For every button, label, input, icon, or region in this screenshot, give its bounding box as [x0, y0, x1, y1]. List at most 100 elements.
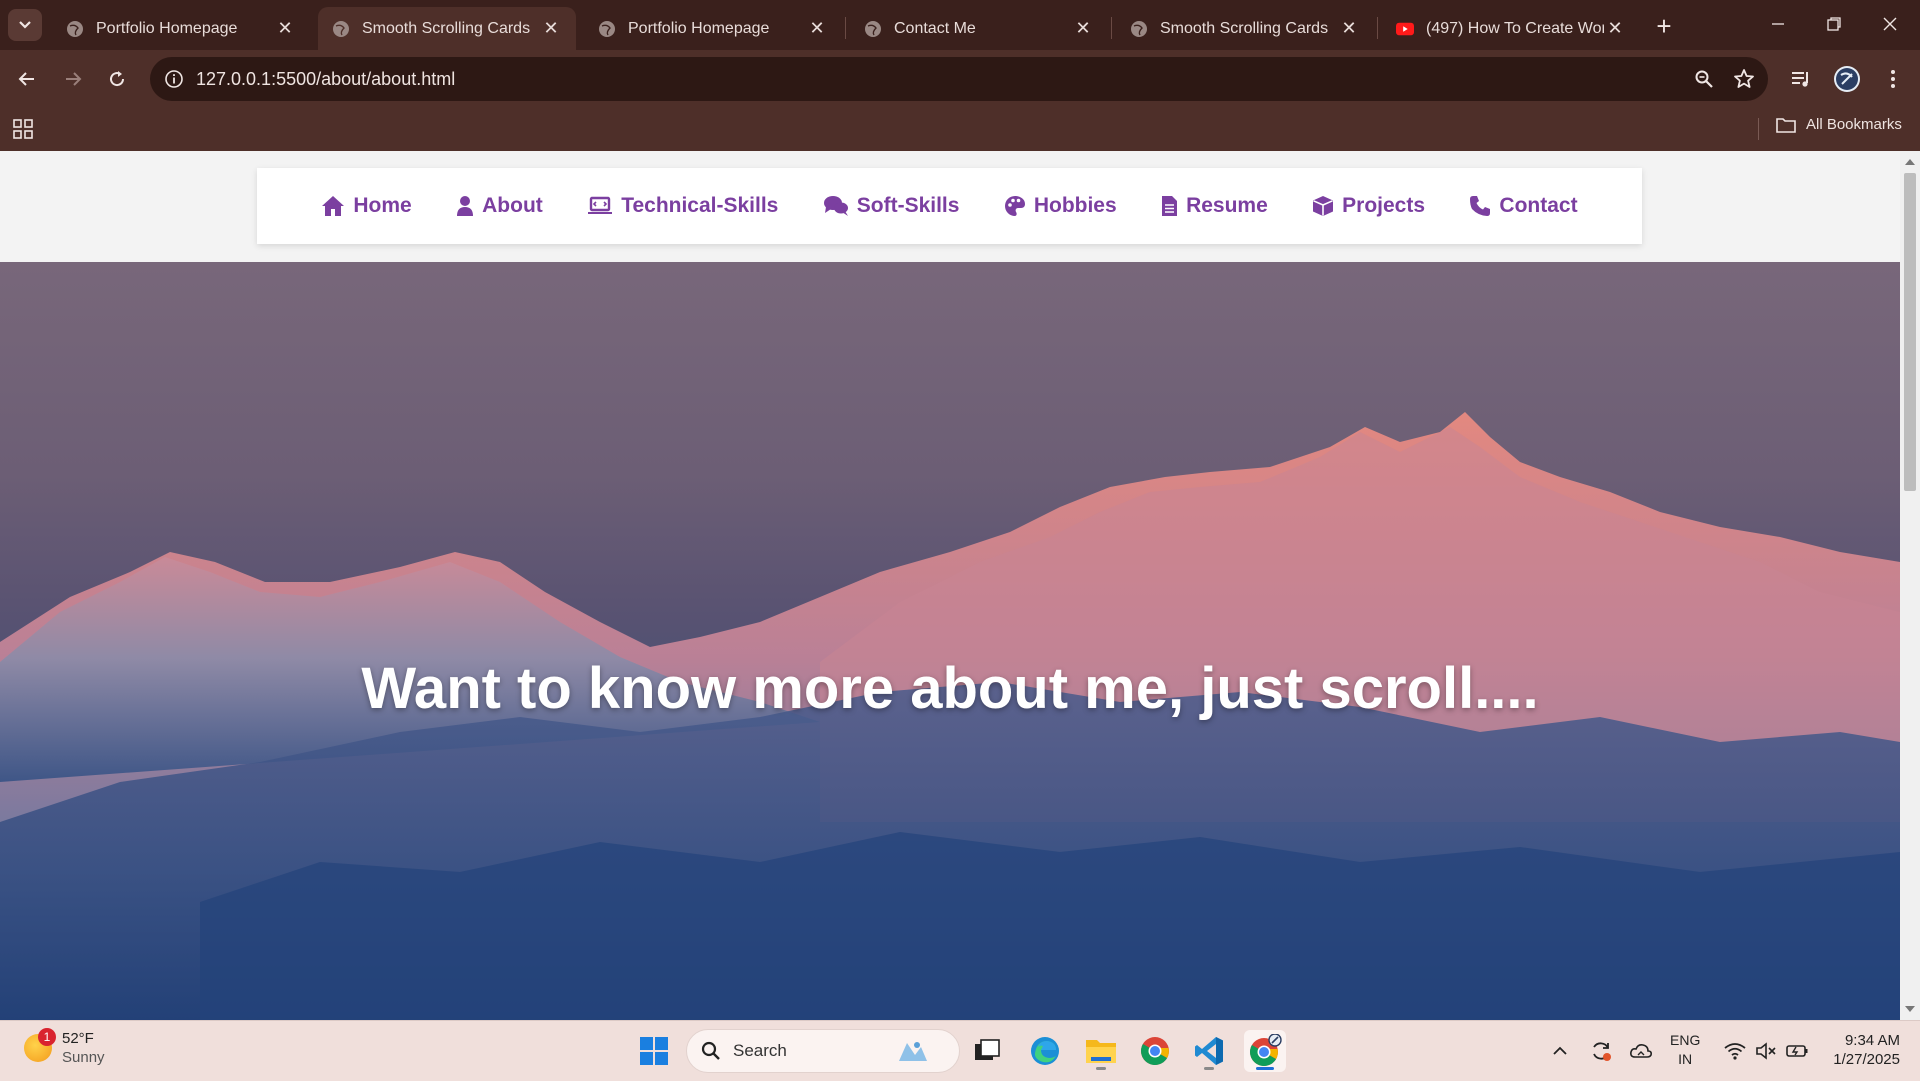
speaker-muted-icon[interactable] — [1752, 1035, 1780, 1067]
nav-technical-skills[interactable]: Technical-Skills — [587, 194, 778, 218]
cloud-icon[interactable] — [1626, 1035, 1656, 1067]
scroll-down-arrow-icon[interactable] — [1905, 1006, 1915, 1012]
tab-divider — [1377, 17, 1378, 39]
media-controls-icon[interactable] — [1784, 62, 1818, 96]
restore-icon[interactable] — [1806, 8, 1862, 40]
comments-icon — [823, 196, 848, 216]
bookmarks-divider — [1758, 118, 1759, 140]
input-language-indicator[interactable]: ENG IN — [1670, 1031, 1700, 1069]
back-arrow-icon[interactable] — [10, 62, 44, 96]
close-icon[interactable]: ✕ — [1604, 18, 1626, 40]
nav-resume[interactable]: Resume — [1161, 194, 1268, 218]
browser-tab[interactable]: Smooth Scrolling Cards ✕ — [1116, 7, 1374, 50]
address-bar[interactable]: 127.0.0.1:5500/about/about.html — [150, 57, 1768, 101]
taskbar-chrome-dev[interactable] — [1244, 1030, 1286, 1072]
bookmark-star-icon[interactable] — [1724, 59, 1764, 99]
minimize-icon[interactable] — [1750, 8, 1806, 40]
tab-divider — [845, 17, 846, 39]
close-window-icon[interactable] — [1862, 8, 1918, 40]
active-indicator — [1256, 1067, 1274, 1070]
page-scrollbar[interactable] — [1900, 151, 1920, 1020]
nav-hobbies[interactable]: Hobbies — [1004, 194, 1117, 218]
notification-badge: 1 — [38, 1028, 56, 1046]
nav-about-label: About — [482, 194, 543, 217]
site-info-icon[interactable] — [162, 67, 186, 91]
hero-heading: Want to know more about me, just scroll.… — [361, 656, 1539, 721]
start-button[interactable] — [633, 1030, 675, 1072]
all-bookmarks-label: All Bookmarks — [1806, 116, 1902, 133]
weather-widget[interactable]: 1 52°F Sunny — [24, 1028, 105, 1067]
taskbar-edge[interactable] — [1024, 1030, 1066, 1072]
home-icon — [322, 196, 345, 216]
search-icon — [701, 1041, 720, 1060]
scrollbar-thumb[interactable] — [1904, 173, 1916, 491]
taskbar-vscode[interactable] — [1188, 1030, 1230, 1072]
tab-title: Contact Me — [894, 19, 976, 37]
system-clock[interactable]: 9:34 AM 1/27/2025 — [1822, 1031, 1900, 1069]
bookmarks-bar: All Bookmarks — [0, 108, 1920, 151]
vscode-icon — [1195, 1037, 1223, 1065]
copilot-icon — [899, 1042, 927, 1061]
nav-soft-skills-label: Soft-Skills — [856, 194, 960, 217]
battery-icon[interactable] — [1782, 1035, 1812, 1067]
nav-home-label: Home — [353, 194, 412, 217]
taskbar-file-explorer[interactable] — [1080, 1030, 1122, 1072]
globe-icon — [332, 20, 350, 38]
close-icon[interactable]: ✕ — [1072, 18, 1094, 40]
laptop-icon — [588, 196, 613, 214]
browser-toolbar: 127.0.0.1:5500/about/about.html — [0, 50, 1920, 108]
browser-tab[interactable]: Contact Me ✕ — [850, 7, 1108, 50]
sync-icon[interactable] — [1586, 1035, 1616, 1067]
browser-tab[interactable]: (497) How To Create Worki ✕ — [1382, 7, 1640, 50]
zoom-icon[interactable] — [1684, 59, 1724, 99]
taskbar-chrome[interactable] — [1134, 1030, 1176, 1072]
tab-title: Portfolio Homepage — [628, 19, 770, 37]
forward-arrow-icon[interactable] — [56, 62, 90, 96]
kebab-menu-icon[interactable] — [1876, 62, 1910, 96]
folder-icon — [1776, 117, 1796, 133]
show-hidden-icons-chevron-up-icon[interactable] — [1546, 1035, 1574, 1067]
profile-avatar[interactable] — [1830, 62, 1864, 96]
task-view-button[interactable] — [966, 1030, 1008, 1072]
globe-icon — [66, 20, 84, 38]
scroll-up-arrow-icon[interactable] — [1905, 159, 1915, 165]
reload-icon[interactable] — [100, 62, 134, 96]
close-icon[interactable]: ✕ — [1338, 18, 1360, 40]
globe-icon — [864, 20, 882, 38]
browser-tab-active[interactable]: Smooth Scrolling Cards ✕ — [318, 7, 576, 50]
nav-projects[interactable]: Projects — [1312, 194, 1425, 218]
site-navbar: Home About Technical-Skills Soft-Skills … — [257, 168, 1642, 244]
url-text[interactable]: 127.0.0.1:5500/about/about.html — [196, 69, 1684, 90]
taskbar-search[interactable]: Search — [686, 1029, 960, 1073]
lang-line1: ENG — [1670, 1032, 1701, 1048]
close-icon[interactable]: ✕ — [274, 18, 296, 40]
windows-taskbar: 1 52°F Sunny Search ENG IN 9:34 AM 1/27/… — [0, 1020, 1920, 1081]
globe-icon — [1130, 20, 1148, 38]
search-placeholder: Search — [733, 1041, 787, 1060]
all-bookmarks-button[interactable]: All Bookmarks — [1776, 116, 1902, 133]
mountain-background-image — [0, 412, 1900, 1020]
nav-home[interactable]: Home — [321, 194, 412, 218]
cube-icon — [1313, 196, 1334, 216]
browser-tab[interactable]: Portfolio Homepage ✕ — [52, 7, 310, 50]
user-icon — [457, 196, 474, 216]
tab-title: Smooth Scrolling Cards — [362, 19, 531, 37]
apps-grid-icon[interactable] — [12, 118, 36, 142]
chevron-down-icon — [19, 21, 31, 29]
nav-soft-skills[interactable]: Soft-Skills — [823, 194, 960, 218]
tab-search-button[interactable] — [8, 9, 42, 41]
wifi-icon[interactable] — [1720, 1035, 1750, 1067]
browser-tab[interactable]: Portfolio Homepage ✕ — [584, 7, 842, 50]
nav-contact[interactable]: Contact — [1469, 194, 1578, 218]
nav-technical-skills-label: Technical-Skills — [621, 194, 779, 217]
page-viewport: Home About Technical-Skills Soft-Skills … — [0, 151, 1900, 1020]
nav-contact-label: Contact — [1499, 194, 1578, 217]
sun-icon: 1 — [24, 1028, 56, 1062]
lang-line2: IN — [1678, 1051, 1693, 1067]
task-view-icon — [975, 1039, 1000, 1060]
close-icon[interactable]: ✕ — [806, 18, 828, 40]
chrome-profile-icon — [1250, 1034, 1282, 1066]
close-icon[interactable]: ✕ — [540, 18, 562, 40]
nav-about[interactable]: About — [456, 194, 543, 218]
new-tab-plus-icon[interactable]: + — [1650, 11, 1678, 41]
